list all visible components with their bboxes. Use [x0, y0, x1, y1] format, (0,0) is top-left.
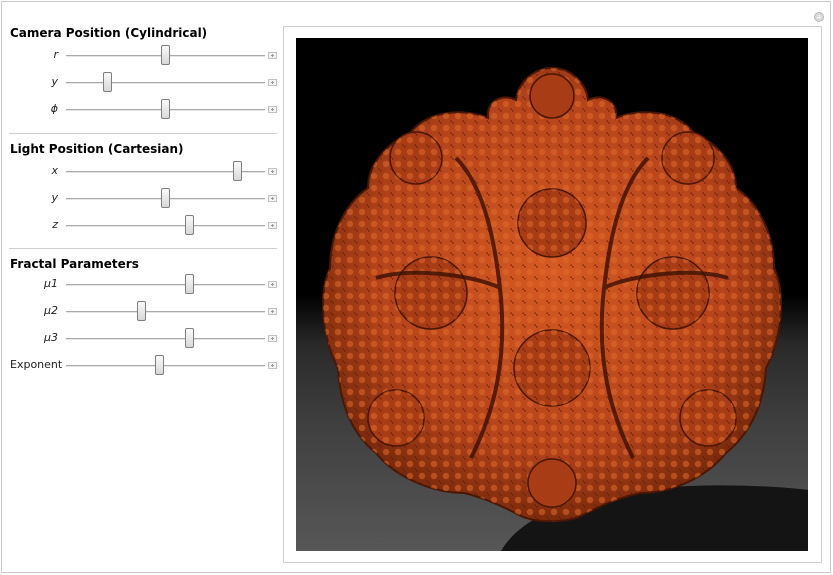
slider-track-y[interactable] — [66, 82, 265, 84]
expand-icon[interactable] — [268, 308, 277, 315]
slider-thumb-y[interactable] — [103, 72, 113, 92]
expand-icon[interactable] — [268, 79, 277, 86]
expand-icon[interactable] — [268, 168, 277, 175]
slider-label-r: r — [53, 48, 58, 61]
slider-label-mu3: μ3 — [44, 331, 58, 344]
slider-track-exponent[interactable] — [66, 365, 265, 367]
section-title-fractal: Fractal Parameters — [10, 257, 139, 271]
plus-icon[interactable] — [814, 12, 824, 22]
expand-icon[interactable] — [268, 222, 277, 229]
slider-label-light-y: y — [51, 191, 58, 204]
expand-icon[interactable] — [268, 195, 277, 202]
expand-icon[interactable] — [268, 335, 277, 342]
slider-track-mu3[interactable] — [66, 338, 265, 340]
slider-label-mu1: μ1 — [44, 277, 58, 290]
section-divider — [9, 133, 277, 134]
slider-label-phi: ϕ — [50, 102, 58, 115]
slider-track-mu1[interactable] — [66, 284, 265, 286]
section-title-camera: Camera Position (Cylindrical) — [10, 26, 208, 40]
fractal-image — [322, 66, 808, 551]
slider-track-mu2[interactable] — [66, 311, 265, 313]
slider-label-x: x — [51, 164, 58, 177]
slider-thumb-mu1[interactable] — [184, 274, 194, 294]
slider-label-exponent: Exponent — [10, 358, 63, 371]
slider-thumb-z[interactable] — [184, 215, 194, 235]
slider-label-y: y — [51, 75, 58, 88]
slider-label-z: z — [52, 218, 58, 231]
slider-thumb-phi[interactable] — [161, 99, 170, 119]
expand-icon[interactable] — [268, 281, 277, 288]
section-title-light: Light Position (Cartesian) — [10, 142, 184, 156]
slider-label-mu2: μ2 — [44, 304, 58, 317]
slider-thumb-light-y[interactable] — [161, 188, 170, 208]
slider-thumb-exponent[interactable] — [155, 355, 165, 375]
expand-icon[interactable] — [268, 52, 277, 59]
section-divider — [9, 248, 277, 249]
expand-icon[interactable] — [268, 362, 277, 369]
slider-thumb-mu3[interactable] — [184, 328, 194, 348]
slider-thumb-mu2[interactable] — [137, 301, 147, 321]
fractal-render[interactable] — [296, 38, 808, 551]
slider-thumb-r[interactable] — [161, 45, 170, 65]
slider-thumb-x[interactable] — [232, 161, 242, 181]
slider-track-z[interactable] — [66, 225, 265, 227]
expand-icon[interactable] — [268, 106, 277, 113]
